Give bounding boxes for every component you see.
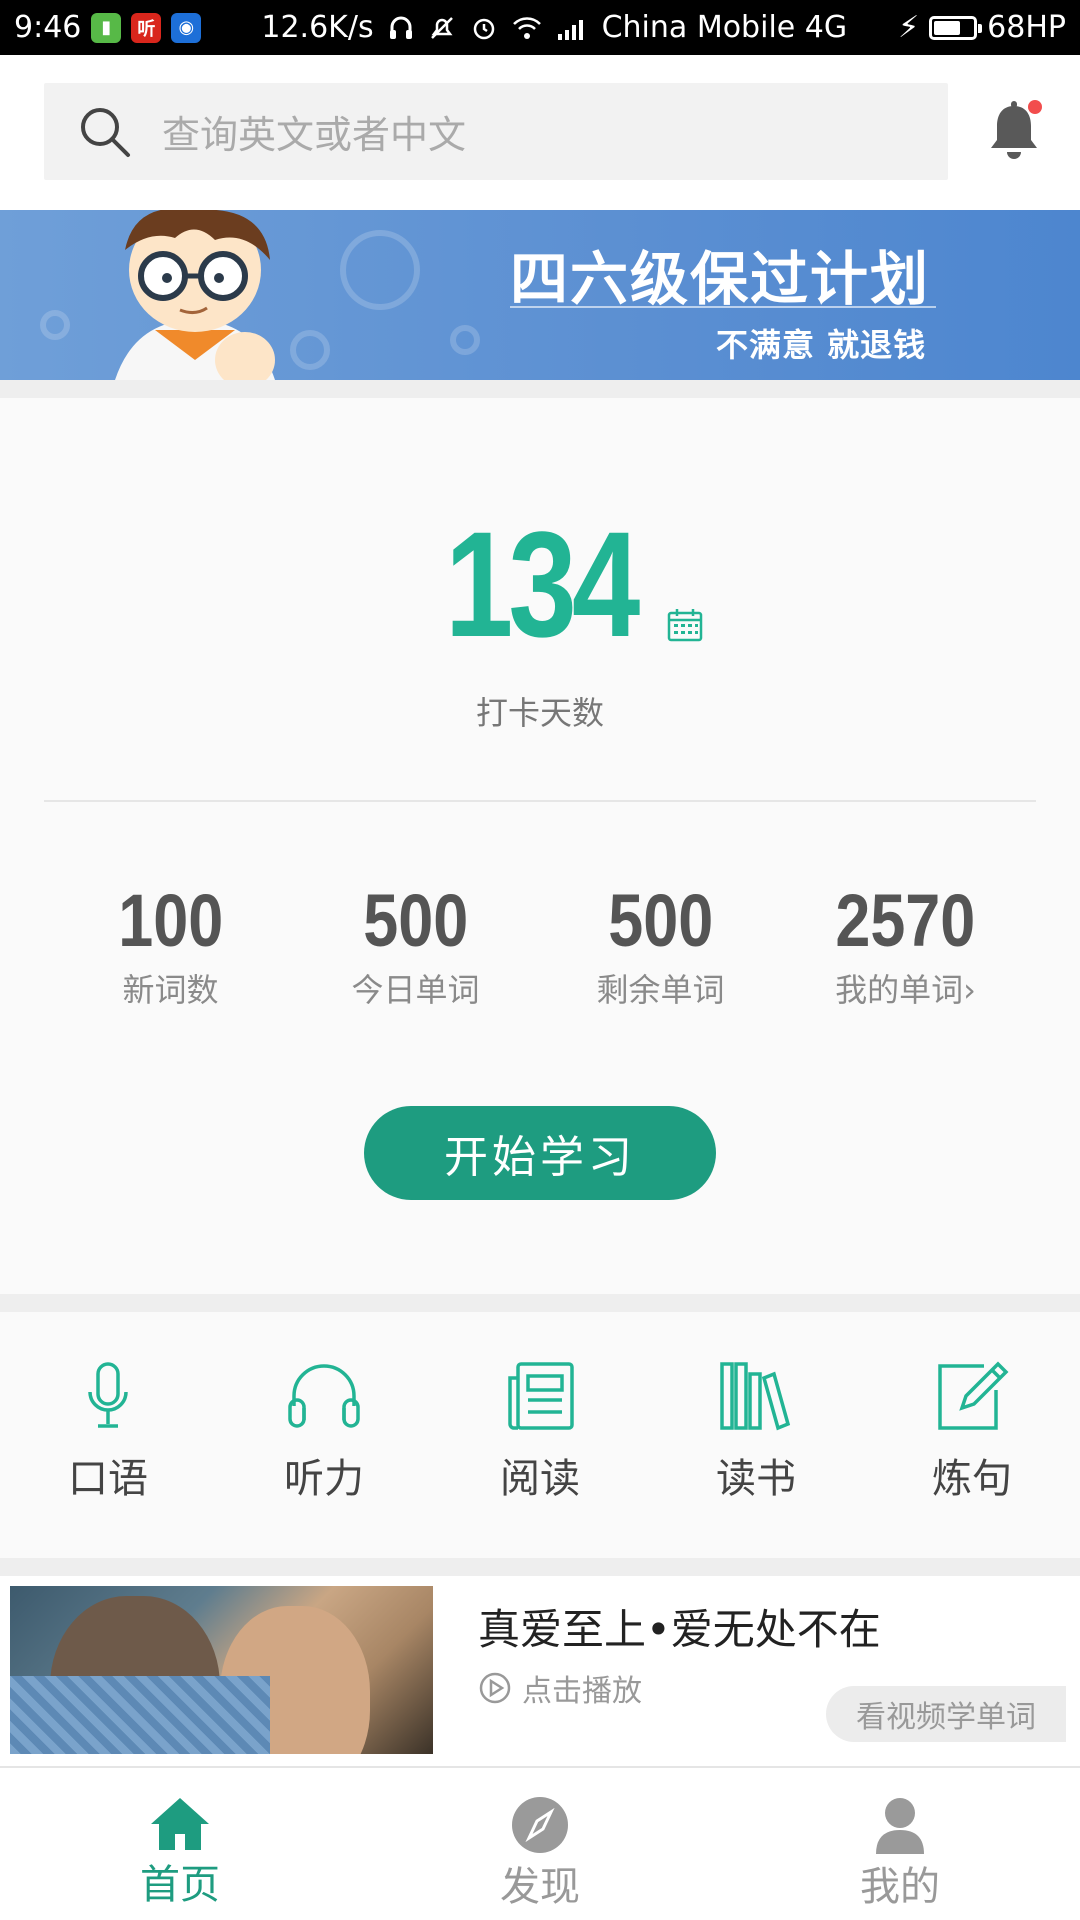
status-bar: 9:46 ▮ 听 ◉ 12.6K/s China Mobile 4G ⚡ 68H… xyxy=(0,0,1080,55)
search-app-icon: ◉ xyxy=(171,12,202,43)
play-label: 点击播放 xyxy=(522,1674,642,1709)
section-gap xyxy=(0,1294,1080,1312)
banner-divider xyxy=(510,306,936,308)
stat-value: 500 xyxy=(608,879,713,962)
status-time: 9:46 xyxy=(14,10,82,45)
stat-label: 今日单词 xyxy=(351,971,480,1009)
nav-label: 我的 xyxy=(860,1864,940,1910)
stat-new-words: 100 新词数 xyxy=(48,878,293,1011)
play-icon xyxy=(479,1672,511,1704)
word-stats: 100 新词数 500 今日单词 500 剩余单词 2570 我的单词› xyxy=(48,878,1028,1011)
nav-label: 发现 xyxy=(500,1864,580,1910)
checkin-days-count: 134 xyxy=(444,500,640,668)
clock-decoration xyxy=(290,330,330,370)
alarm-icon xyxy=(473,18,494,39)
feature-label: 听力 xyxy=(284,1456,364,1502)
start-learning-button[interactable]: 开始学习 xyxy=(364,1106,716,1200)
nav-mine[interactable]: 我的 xyxy=(720,1768,1080,1920)
stat-value: 100 xyxy=(118,879,223,962)
search-icon xyxy=(81,107,130,157)
section-gap xyxy=(0,1558,1080,1576)
feature-label: 阅读 xyxy=(500,1456,580,1502)
bottom-nav: 首页 发现 我的 xyxy=(0,1766,1080,1920)
listen-app-icon: 听 xyxy=(131,12,162,43)
signal-icon xyxy=(557,19,583,40)
stat-today-words: 500 今日单词 xyxy=(293,878,538,1011)
banner-subtitle: 不满意 就退钱 xyxy=(716,326,927,364)
calendar-icon[interactable] xyxy=(667,608,703,642)
carrier-label: China Mobile 4G xyxy=(601,10,848,45)
net-speed: 12.6K/s xyxy=(261,10,374,45)
stat-remaining-words: 500 剩余单词 xyxy=(538,878,783,1011)
feature-sentences[interactable]: 炼句 xyxy=(864,1312,1080,1558)
video-tag[interactable]: 看视频学单词 xyxy=(826,1686,1066,1742)
microphone-icon xyxy=(88,1362,128,1428)
wifi-icon xyxy=(512,16,541,39)
feature-label: 炼句 xyxy=(932,1456,1012,1502)
battery-label: 68HP xyxy=(987,10,1066,45)
section-gap xyxy=(0,380,1080,398)
video-card[interactable]: 真爱至上•爱无处不在 点击播放 看视频学单词 xyxy=(0,1576,1080,1766)
battery-app-icon: ▮ xyxy=(91,12,122,43)
stat-label: 新词数 xyxy=(122,971,219,1009)
feature-label: 读书 xyxy=(716,1456,796,1502)
headset-icon xyxy=(389,16,412,39)
feature-books[interactable]: 读书 xyxy=(648,1312,864,1558)
thumbnail-figure xyxy=(10,1676,270,1754)
feature-reading[interactable]: 阅读 xyxy=(432,1312,648,1558)
promo-banner[interactable]: 四六级保过计划 不满意 就退钱 xyxy=(0,210,1080,380)
stat-my-words[interactable]: 2570 我的单词› xyxy=(783,878,1028,1011)
edit-icon xyxy=(938,1361,1009,1430)
feature-speaking[interactable]: 口语 xyxy=(0,1312,216,1558)
stat-value: 2570 xyxy=(835,879,976,962)
charging-icon: ⚡ xyxy=(898,10,920,45)
books-icon xyxy=(720,1362,791,1431)
headphones-icon xyxy=(288,1364,360,1428)
checkin-days: 134 xyxy=(0,498,1080,671)
divider xyxy=(44,800,1036,802)
nav-home[interactable]: 首页 xyxy=(0,1768,360,1920)
feature-label: 口语 xyxy=(68,1456,148,1502)
notification-dot xyxy=(1028,100,1042,114)
banner-title: 四六级保过计划 xyxy=(510,245,931,313)
checkin-days-label: 打卡天数 xyxy=(475,694,604,732)
compass-icon xyxy=(512,1797,568,1853)
clock-decoration xyxy=(40,310,70,340)
play-button[interactable]: 点击播放 xyxy=(478,1666,642,1710)
cartoon-boy-illustration xyxy=(115,210,275,380)
stat-value: 500 xyxy=(363,879,468,962)
search-bar[interactable]: 查询英文或者中文 xyxy=(44,83,948,180)
user-icon xyxy=(876,1798,924,1854)
feature-listening[interactable]: 听力 xyxy=(216,1312,432,1558)
video-title[interactable]: 真爱至上•爱无处不在 xyxy=(478,1596,881,1657)
search-input[interactable]: 查询英文或者中文 xyxy=(162,104,466,159)
video-thumbnail[interactable] xyxy=(10,1586,433,1754)
stat-label: 剩余单词 xyxy=(596,971,725,1009)
stat-label: 我的单词› xyxy=(835,971,976,1009)
clock-decoration xyxy=(340,230,420,310)
header: 查询英文或者中文 xyxy=(0,55,1080,210)
nav-label: 首页 xyxy=(140,1862,220,1908)
study-stats-card: 134 打卡天数 100 新词数 500 今日单词 500 剩余单词 2570 … xyxy=(0,398,1080,1294)
home-icon xyxy=(151,1798,209,1850)
notification-button[interactable] xyxy=(988,100,1044,164)
nav-discover[interactable]: 发现 xyxy=(360,1768,720,1920)
feature-grid: 口语 听力 阅读 读书 炼句 xyxy=(0,1312,1080,1558)
reading-icon xyxy=(508,1362,574,1430)
battery-icon xyxy=(929,15,983,40)
clock-decoration xyxy=(450,325,480,355)
mute-icon xyxy=(430,16,453,39)
